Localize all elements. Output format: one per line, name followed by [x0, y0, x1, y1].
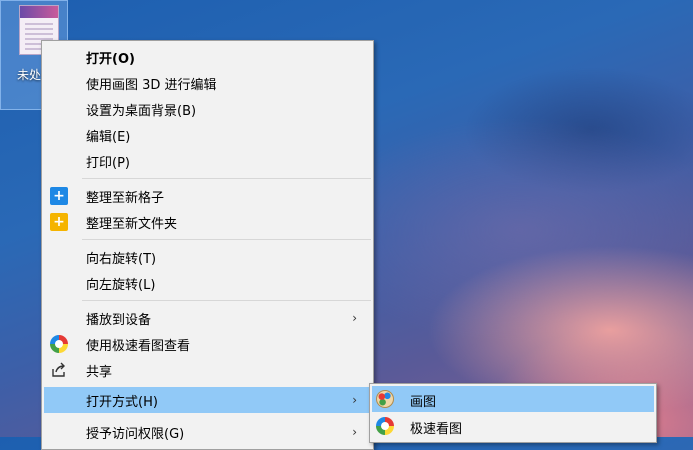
submenu-item-image-viewer[interactable]: 极速看图 [372, 413, 654, 439]
menu-item-cast-to-device[interactable]: 播放到设备 › [44, 305, 371, 331]
menu-item-grant-access[interactable]: 授予访问权限(G) › [44, 419, 371, 445]
image-viewer-icon [50, 335, 68, 353]
menu-item-share[interactable]: 共享 [44, 357, 371, 383]
menu-item-organize-grid[interactable]: + 整理至新格子 [44, 183, 371, 209]
menu-item-label: 共享 [86, 364, 113, 380]
menu-item-rotate-left[interactable]: 向左旋转(L) [44, 270, 371, 296]
menu-item-print[interactable]: 打印(P) [44, 148, 371, 174]
submenu-item-label: 极速看图 [410, 422, 463, 437]
menu-separator [82, 300, 371, 301]
menu-item-label: 向右旋转(T) [86, 251, 157, 267]
context-menu: 打开(O) 使用画图 3D 进行编辑 设置为桌面背景(B) 编辑(E) 打印(P… [41, 40, 374, 450]
share-icon [50, 361, 68, 379]
submenu-item-label: 画图 [410, 395, 437, 410]
menu-item-label: 使用画图 3D 进行编辑 [86, 77, 217, 93]
menu-item-label: 打开(O) [86, 51, 135, 67]
menu-separator [82, 178, 371, 179]
menu-item-organize-folder[interactable]: + 整理至新文件夹 [44, 209, 371, 235]
folder-plus-icon: + [50, 213, 68, 231]
menu-item-label: 整理至新文件夹 [86, 216, 178, 232]
menu-item-open[interactable]: 打开(O) [44, 44, 371, 70]
menu-item-set-wallpaper[interactable]: 设置为桌面背景(B) [44, 96, 371, 122]
menu-item-label: 整理至新格子 [86, 190, 165, 206]
menu-item-label: 打开方式(H) [86, 394, 158, 410]
menu-item-label: 向左旋转(L) [86, 277, 156, 293]
menu-item-label: 设置为桌面背景(B) [86, 103, 197, 119]
submenu-item-paint[interactable]: 画图 [372, 386, 654, 412]
menu-item-label: 播放到设备 [86, 312, 152, 328]
menu-item-view-with-viewer[interactable]: 使用极速看图查看 [44, 331, 371, 357]
paint-icon [376, 390, 394, 408]
open-with-submenu: 画图 极速看图 [369, 383, 657, 443]
menu-item-edit[interactable]: 编辑(E) [44, 122, 371, 148]
chevron-right-icon: › [352, 311, 357, 325]
menu-item-label: 打印(P) [86, 155, 130, 171]
plus-box-icon: + [50, 187, 68, 205]
menu-item-label: 授予访问权限(G) [86, 426, 185, 442]
menu-item-label: 编辑(E) [86, 129, 131, 145]
menu-item-label: 使用极速看图查看 [86, 338, 191, 354]
menu-item-edit-paint3d[interactable]: 使用画图 3D 进行编辑 [44, 70, 371, 96]
chevron-right-icon: › [352, 393, 357, 407]
image-viewer-icon [376, 417, 394, 435]
menu-item-open-with[interactable]: 打开方式(H) › [44, 387, 371, 413]
menu-separator [82, 239, 371, 240]
menu-item-rotate-right[interactable]: 向右旋转(T) [44, 244, 371, 270]
